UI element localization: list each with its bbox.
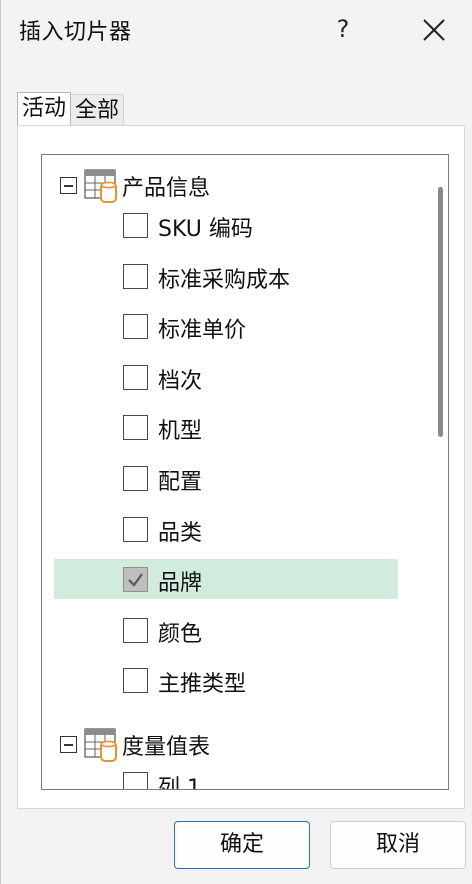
collapse-toggle-icon[interactable] (60, 177, 77, 194)
close-icon (423, 19, 445, 41)
checkbox[interactable] (123, 263, 148, 289)
field-item[interactable]: SKU 编码 (54, 205, 398, 245)
checkbox[interactable] (123, 213, 148, 238)
checkbox[interactable] (123, 364, 148, 390)
field-item[interactable]: 颜色 (54, 610, 398, 650)
field-label: SKU 编码 (158, 217, 253, 242)
checkbox[interactable] (123, 466, 148, 491)
field-label: 颜色 (158, 621, 203, 647)
checkbox[interactable] (123, 516, 148, 542)
field-item[interactable]: 机型 (54, 407, 398, 447)
field-label: 档次 (158, 368, 203, 394)
field-label: 品牌 (158, 571, 203, 597)
field-item[interactable]: 档次 (54, 357, 398, 397)
field-label: 品类 (158, 520, 203, 546)
field-label: 标准采购成本 (158, 267, 291, 293)
field-item[interactable]: 标准采购成本 (54, 256, 398, 296)
checkbox[interactable] (123, 314, 148, 340)
tab-panel: 产品信息 SKU 编码标准采购成本 标准单价档次机型配置品类品牌颜色主推类型度量值表… (17, 125, 465, 809)
table-icon (84, 728, 120, 762)
field-label: 机型 (158, 419, 203, 445)
help-button[interactable]: ? (323, 10, 363, 48)
field-item[interactable]: 品牌 (54, 559, 398, 600)
group-label: 产品信息 (122, 176, 211, 201)
field-item[interactable]: 列 1 (54, 764, 398, 790)
field-item[interactable]: 标准单价 (54, 306, 398, 346)
checkbox[interactable] (123, 772, 148, 789)
field-list[interactable]: 产品信息 SKU 编码标准采购成本 标准单价档次机型配置品类品牌颜色主推类型度量值表… (41, 154, 449, 790)
checkbox[interactable] (123, 415, 148, 441)
close-button[interactable] (411, 10, 455, 48)
group-label: 度量值表 (122, 735, 211, 760)
title-bar: 插入切片器 ? (1, 0, 472, 58)
checkbox[interactable] (123, 617, 148, 643)
tab-active[interactable]: 活动 (17, 92, 72, 126)
cancel-button[interactable]: 取消 (330, 821, 466, 869)
field-item[interactable]: 配置 (54, 458, 398, 498)
field-label: 标准单价 (158, 318, 247, 344)
vertical-scrollbar[interactable] (438, 187, 443, 437)
tab-strip: 活动 全部 (17, 92, 125, 126)
field-group: 产品信息 (42, 165, 422, 205)
ok-button[interactable]: 确定 (174, 821, 310, 869)
field-item[interactable]: 品类 (54, 509, 398, 549)
checkbox-checked[interactable] (123, 567, 148, 593)
field-item[interactable]: 主推类型 (54, 660, 398, 700)
tab-all[interactable]: 全部 (71, 94, 125, 126)
dialog-title: 插入切片器 (19, 20, 132, 45)
collapse-toggle-icon[interactable] (60, 736, 77, 753)
field-label: 主推类型 (158, 672, 247, 698)
field-label: 列 1 (158, 776, 201, 790)
checkbox[interactable] (123, 668, 148, 694)
table-icon (84, 169, 120, 203)
field-group: 度量值表 (42, 724, 422, 764)
insert-slicer-dialog: 插入切片器 ? 活动 全部 产品信息 SKU 编码标准采购成本 标准单价档次机型配置… (0, 0, 472, 884)
field-label: 配置 (158, 470, 203, 495)
